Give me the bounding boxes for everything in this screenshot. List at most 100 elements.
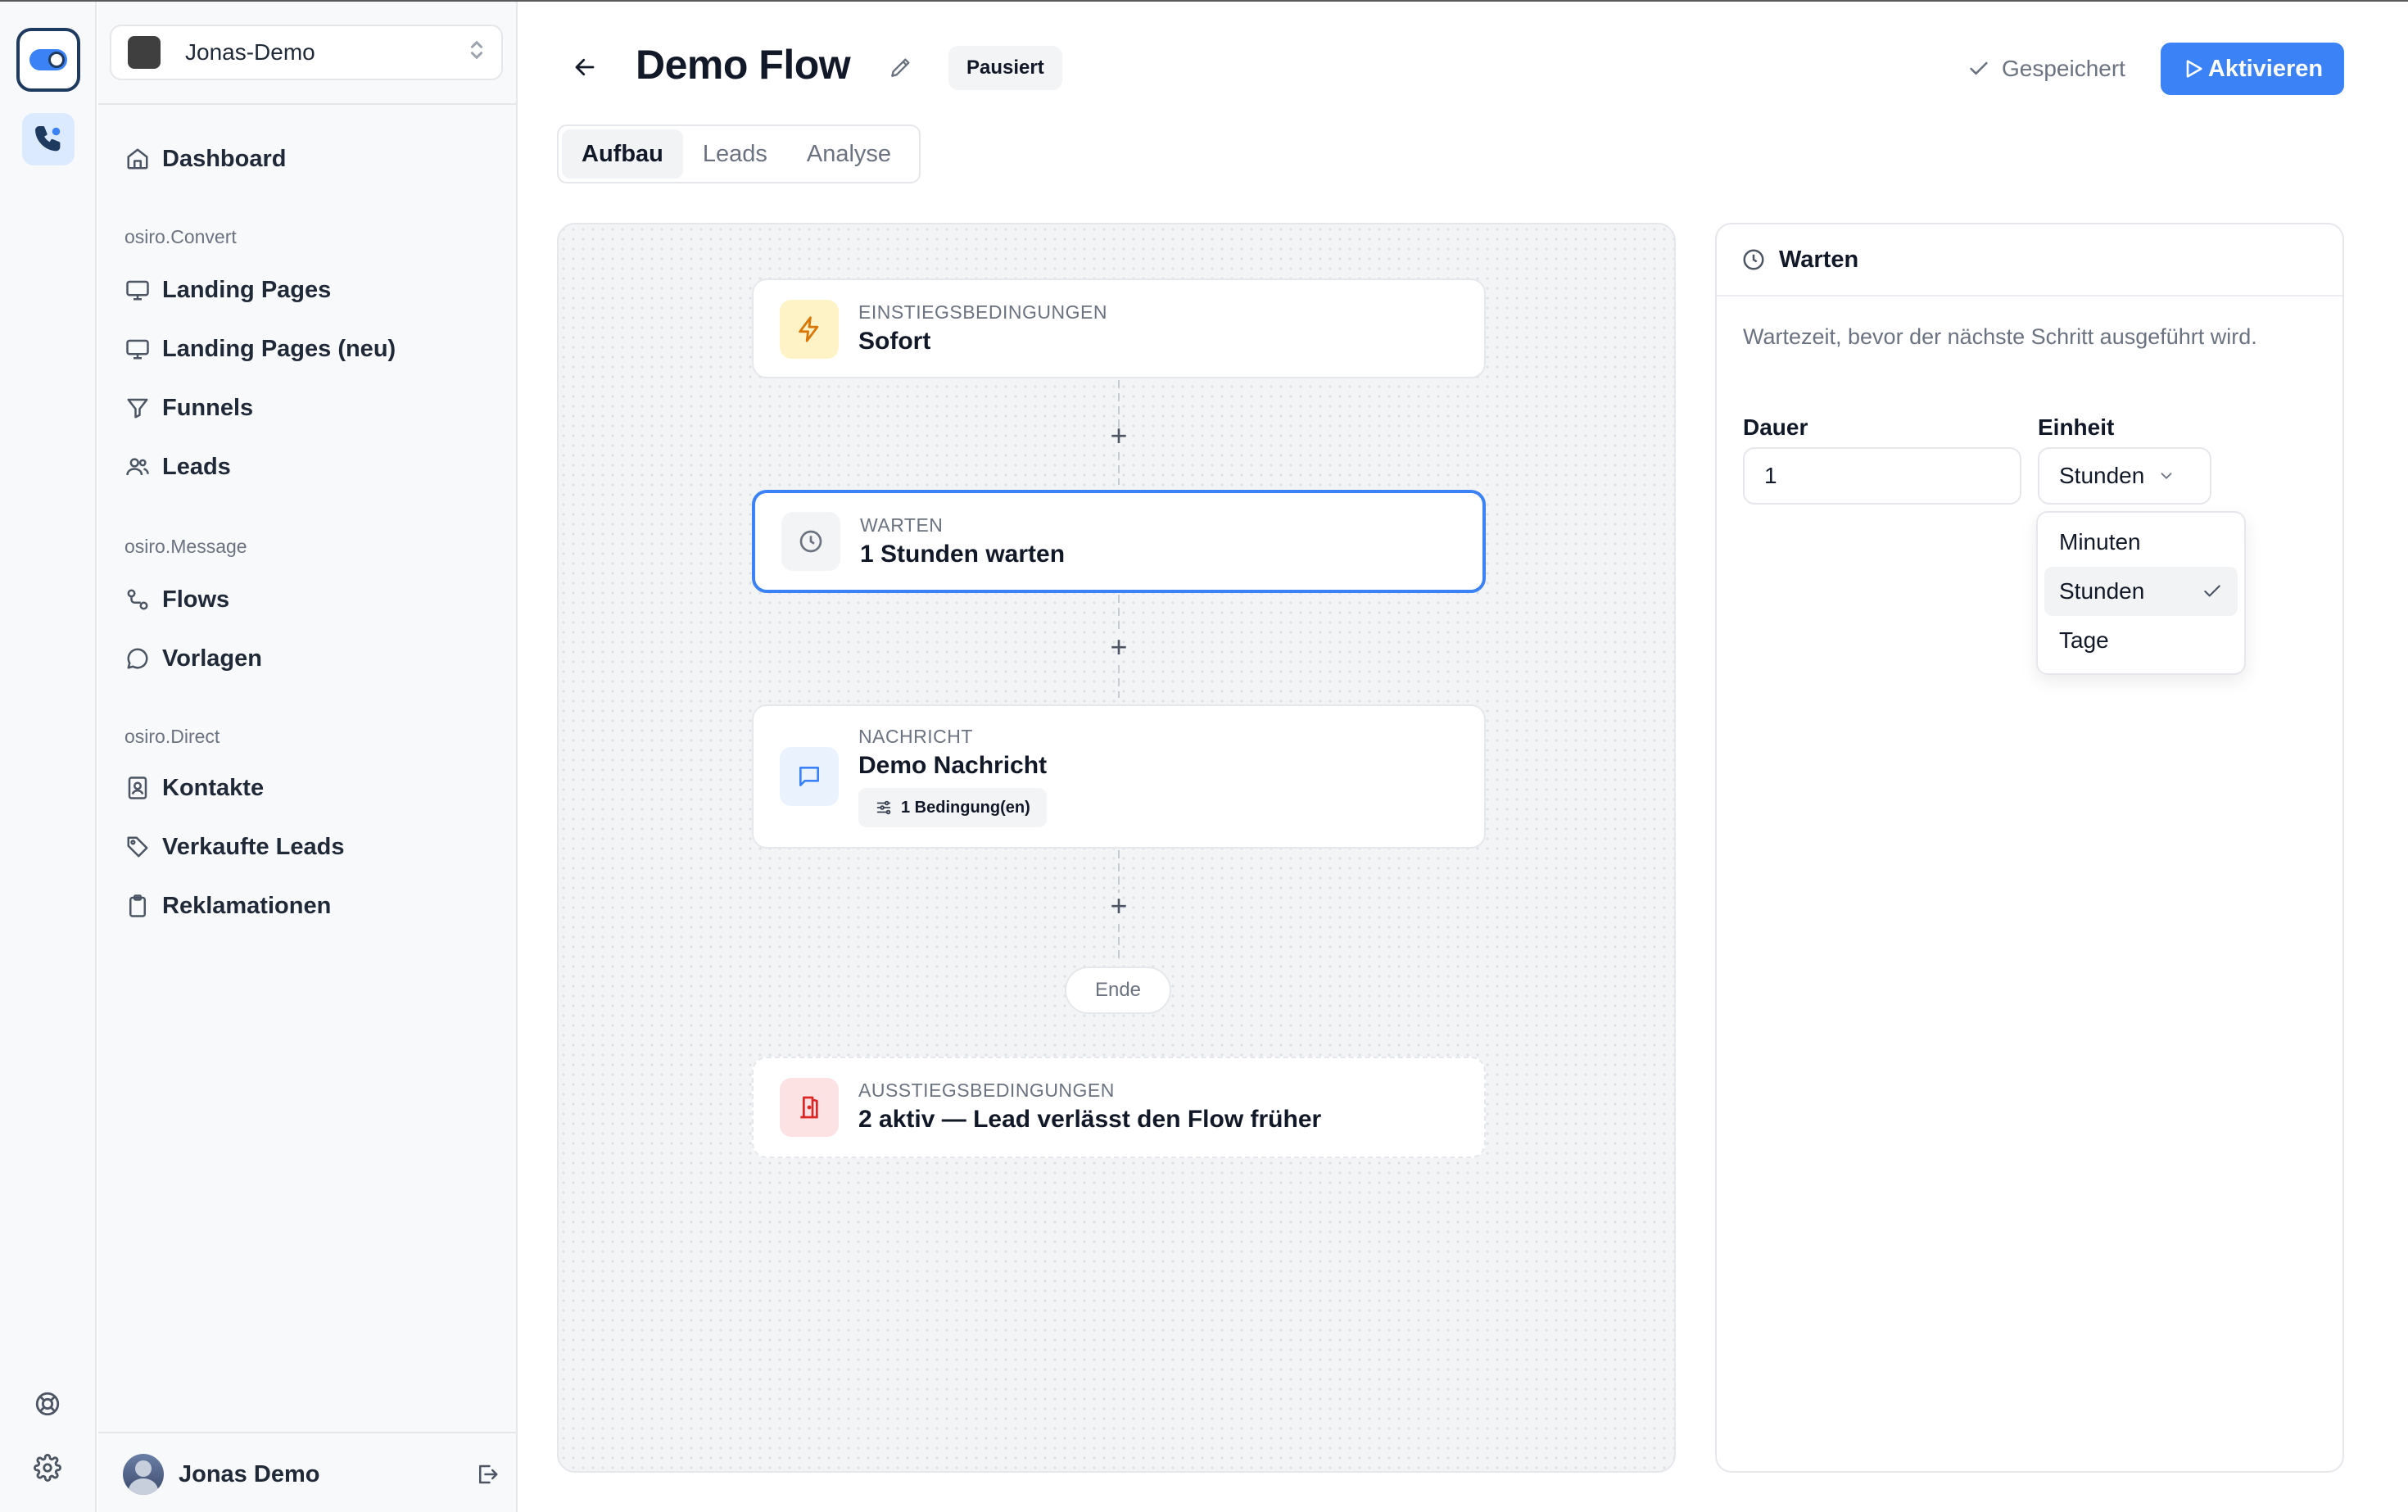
add-step-button[interactable]: + — [1102, 419, 1135, 452]
duration-label: Dauer — [1743, 414, 1808, 440]
home-icon — [123, 144, 152, 174]
panel-title: Warten — [1779, 246, 1859, 273]
flow-connector — [1118, 850, 1120, 893]
flow-end-pill: Ende — [1065, 967, 1171, 1014]
duration-input[interactable] — [1743, 447, 2021, 505]
node-caption: WARTEN — [860, 514, 944, 536]
panel-description: Wartezeit, bevor der nächste Schritt aus… — [1743, 324, 2257, 349]
app-logo-icon[interactable] — [16, 28, 80, 92]
section-title-convert: osiro.Convert — [124, 226, 237, 247]
help-buoy-icon[interactable] — [31, 1388, 64, 1420]
tab-aufbau[interactable]: Aufbau — [562, 129, 683, 179]
sidebar-item-kontakte[interactable]: Kontakte — [123, 763, 500, 813]
unit-option-stunden[interactable]: Stunden — [2044, 567, 2238, 616]
sidebar-item-label: Verkaufte Leads — [162, 833, 345, 860]
node-title: 1 Stunden warten — [860, 541, 1066, 568]
chevron-down-icon — [2157, 467, 2175, 485]
sidebar-item-dashboard[interactable]: Dashboard — [123, 134, 500, 183]
status-badge: Pausiert — [948, 46, 1062, 90]
flow-node-wait[interactable]: WARTEN 1 Stunden warten — [752, 490, 1486, 593]
flow-node-entry[interactable]: EINSTIEGSBEDINGUNGEN Sofort — [752, 278, 1486, 378]
sidebar-item-vorlagen[interactable]: Vorlagen — [123, 634, 500, 683]
play-icon — [2182, 57, 2205, 80]
sidebar-divider — [98, 103, 516, 105]
section-title-direct: osiro.Direct — [124, 726, 220, 747]
sidebar-item-reklamationen[interactable]: Reklamationen — [123, 881, 500, 930]
step-settings-panel: Warten Wartezeit, bevor der nächste Schr… — [1715, 223, 2344, 1473]
condition-chip[interactable]: 1 Bedingung(en) — [858, 788, 1047, 827]
add-step-button[interactable]: + — [1102, 889, 1135, 922]
door-exit-icon — [780, 1078, 839, 1137]
sidebar-item-label: Funnels — [162, 394, 254, 421]
unit-select[interactable]: Stunden — [2038, 447, 2211, 505]
sidebar-item-label: Landing Pages — [162, 276, 332, 303]
user-profile[interactable]: Jonas Demo — [123, 1453, 500, 1496]
flow-connector — [1118, 665, 1120, 698]
chat-bubble-icon — [123, 644, 152, 673]
panel-header: Warten — [1717, 224, 2342, 297]
monitor-icon — [123, 275, 152, 305]
flow-connector — [1118, 452, 1120, 485]
sidebar-item-label: Landing Pages (neu) — [162, 335, 396, 362]
flow-canvas[interactable]: EINSTIEGSBEDINGUNGEN Sofort + WARTEN 1 S… — [557, 223, 1676, 1473]
node-title: Demo Nachricht — [858, 752, 1048, 779]
add-step-button[interactable]: + — [1102, 630, 1135, 663]
check-icon — [1967, 57, 1990, 80]
unit-option-minuten[interactable]: Minuten — [2044, 518, 2238, 567]
avatar — [123, 1454, 164, 1495]
condition-chip-label: 1 Bedingung(en) — [901, 798, 1030, 817]
lightning-icon — [780, 300, 839, 359]
sidebar-item-flows[interactable]: Flows — [123, 575, 500, 624]
node-caption: NACHRICHT — [858, 726, 973, 747]
users-icon — [123, 452, 152, 482]
flow-connector — [1118, 924, 1120, 963]
phone-icon[interactable] — [22, 113, 75, 165]
workspace-color-swatch — [128, 36, 161, 69]
node-caption: AUSSTIEGSBEDINGUNGEN — [858, 1080, 1115, 1101]
tab-leads[interactable]: Leads — [683, 129, 787, 179]
unit-option-label: Tage — [2059, 627, 2109, 653]
logout-icon[interactable] — [475, 1462, 500, 1487]
message-icon — [780, 747, 839, 806]
sidebar-item-label: Kontakte — [162, 774, 265, 801]
unit-option-tage[interactable]: Tage — [2044, 616, 2238, 665]
sidebar-user-divider — [98, 1432, 516, 1433]
pencil-icon[interactable] — [886, 52, 916, 82]
sidebar-item-label: Reklamationen — [162, 892, 332, 919]
clipboard-icon — [123, 891, 152, 921]
back-arrow-icon[interactable] — [568, 51, 601, 84]
sidebar-item-funnels[interactable]: Funnels — [123, 383, 500, 432]
funnel-icon — [123, 393, 152, 423]
gear-icon[interactable] — [31, 1451, 64, 1484]
sidebar: Jonas-Demo Dashboard osiro.Convert Landi… — [98, 2, 518, 1512]
flow-connector — [1118, 595, 1120, 634]
flow-node-message[interactable]: NACHRICHT Demo Nachricht 1 Bedingung(en) — [752, 704, 1486, 849]
unit-option-label: Stunden — [2059, 578, 2145, 604]
sliders-icon — [875, 799, 893, 817]
saved-status: Gespeichert — [1967, 51, 2125, 87]
unit-label: Einheit — [2038, 414, 2115, 440]
workspace-name: Jonas-Demo — [185, 39, 315, 65]
tab-bar: Aufbau Leads Analyse — [557, 124, 921, 183]
sidebar-item-leads[interactable]: Leads — [123, 442, 500, 491]
check-icon — [2202, 581, 2223, 602]
icon-rail — [0, 2, 97, 1512]
user-name: Jonas Demo — [179, 1460, 320, 1487]
sidebar-item-landing-pages[interactable]: Landing Pages — [123, 265, 500, 315]
monitor-icon — [123, 334, 152, 364]
chevron-updown-icon — [468, 39, 485, 66]
sidebar-item-verkaufte-leads[interactable]: Verkaufte Leads — [123, 822, 500, 871]
tag-icon — [123, 832, 152, 862]
sidebar-item-label: Vorlagen — [162, 645, 262, 672]
saved-label: Gespeichert — [2002, 56, 2125, 81]
unit-option-label: Minuten — [2059, 529, 2141, 555]
flow-icon — [123, 585, 152, 614]
unit-select-value: Stunden — [2059, 463, 2145, 488]
workspace-select[interactable]: Jonas-Demo — [110, 25, 503, 80]
flow-node-exit[interactable]: AUSSTIEGSBEDINGUNGEN 2 aktiv — Lead verl… — [752, 1057, 1486, 1158]
node-title: Sofort — [858, 328, 931, 355]
tab-analyse[interactable]: Analyse — [787, 129, 911, 179]
page-title: Demo Flow — [636, 42, 851, 88]
sidebar-item-landing-pages-neu[interactable]: Landing Pages (neu) — [123, 324, 500, 373]
activate-button[interactable]: Aktivieren — [2161, 43, 2344, 95]
